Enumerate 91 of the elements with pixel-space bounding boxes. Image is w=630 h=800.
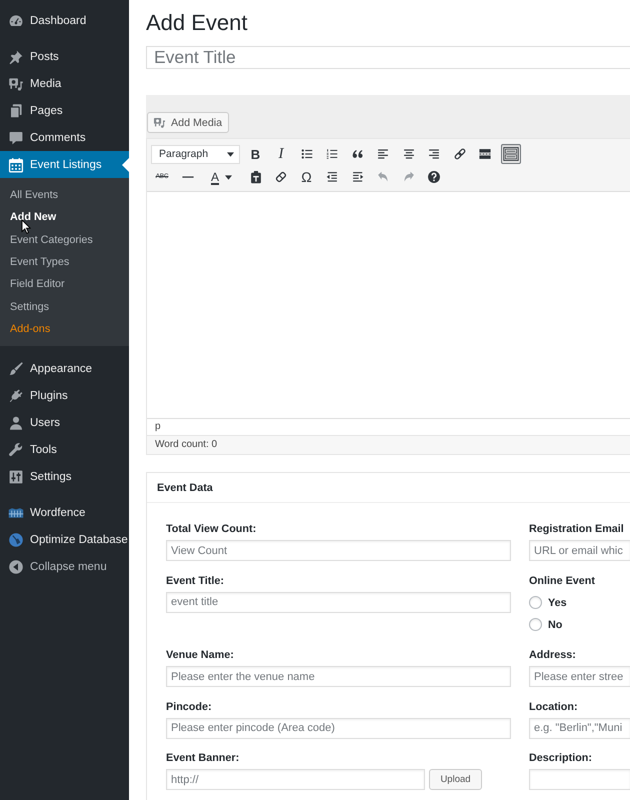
sliders-icon (8, 468, 24, 485)
menu-item[interactable]: Pages (0, 97, 129, 124)
menu-item[interactable]: Comments (0, 124, 129, 151)
pages-icon (8, 102, 24, 118)
mouse-cursor-icon (21, 219, 31, 234)
menu-item[interactable]: Dashboard (0, 7, 129, 34)
special-character-button[interactable]: Ω (296, 167, 316, 187)
text-color-button[interactable]: A (203, 167, 240, 187)
toolbar-toggle-button[interactable] (500, 144, 520, 164)
element-path: p (155, 421, 161, 432)
menu-item[interactable]: Event Listings (0, 151, 129, 178)
upload-button[interactable]: Upload (429, 769, 482, 790)
submenu-item[interactable]: Settings (0, 296, 129, 318)
radio-label: Yes (548, 596, 567, 608)
collapse-icon (8, 558, 24, 575)
text-field[interactable]: Please enter pincode (Area code) (166, 718, 511, 738)
outdent-icon (325, 170, 339, 184)
menu-item[interactable]: Users (0, 409, 129, 436)
submenu-item[interactable]: Add New (0, 206, 129, 229)
italic-button[interactable]: I (271, 144, 291, 164)
media-icon (153, 116, 166, 129)
menu-item[interactable]: Posts (0, 43, 129, 70)
speech-bubble-icon (8, 130, 24, 146)
text-field[interactable]: URL or email whic (529, 540, 630, 561)
text-field[interactable]: e.g. "Berlin","Muni (529, 718, 630, 738)
current-indicator-icon (122, 158, 129, 172)
radio-button[interactable] (529, 596, 542, 609)
text-field[interactable]: View Count (166, 540, 511, 561)
bold-button[interactable]: B (246, 144, 266, 164)
menu-item[interactable]: Tools (0, 436, 129, 464)
menu-item[interactable]: Media (0, 70, 129, 97)
broom-disc-icon (8, 532, 24, 548)
align-center-icon (402, 147, 416, 161)
word-count: Word count: 0 (155, 439, 218, 450)
bullet-list-icon (300, 147, 314, 161)
undo-icon (376, 170, 390, 184)
menu-item[interactable]: Optimize Database (0, 526, 129, 554)
field-label: Address: (529, 649, 577, 662)
clipboard-icon (248, 170, 262, 184)
wrench-icon (8, 442, 24, 458)
field-label: Venue Name: (166, 649, 235, 662)
submenu-item[interactable]: Event Types (0, 250, 129, 274)
numbered-list-icon (325, 147, 339, 161)
field-label: Online Event (529, 574, 596, 588)
title-field[interactable]: Event Title (146, 46, 630, 69)
media-icon (8, 76, 24, 92)
field-label: Event Title: (166, 574, 225, 588)
caret-icon (225, 174, 232, 180)
page-title: Add Event (146, 9, 249, 36)
field-label: Description: (529, 752, 593, 765)
toolbar-toggle-icon (502, 146, 518, 162)
description-field[interactable] (529, 769, 630, 790)
link-icon (452, 147, 466, 161)
submenu-item[interactable]: Event Categories (0, 228, 129, 251)
align-left-icon (376, 147, 390, 161)
calendar-icon (8, 156, 24, 172)
collapse-menu-button[interactable]: Collapse menu (0, 553, 129, 580)
help-icon (427, 170, 441, 184)
field-label: Pincode: (166, 700, 213, 714)
redo-icon (402, 170, 416, 184)
format-dropdown[interactable]: Paragraph (151, 144, 240, 164)
text-field[interactable]: event title (166, 592, 511, 612)
caret-icon (227, 152, 234, 156)
pushpin-icon (8, 48, 24, 64)
field-label: Total View Count: (166, 523, 258, 536)
text-field[interactable]: Please enter stree (529, 666, 630, 687)
align-right-icon (427, 147, 441, 161)
url-field[interactable]: http:// (166, 769, 425, 790)
gauge-icon (8, 12, 24, 28)
menu-item[interactable]: Appearance (0, 355, 129, 382)
user-icon (8, 414, 24, 431)
menu-item[interactable]: Settings (0, 463, 129, 490)
eraser-icon (274, 170, 288, 184)
quote-icon (350, 147, 364, 161)
indent-icon (350, 170, 364, 184)
panel-title: Event Data (157, 482, 213, 494)
submenu-item[interactable]: Add-ons (0, 318, 129, 340)
read-more-icon (478, 147, 492, 161)
paintbrush-icon (8, 360, 24, 377)
menu-item[interactable]: Plugins (0, 382, 129, 410)
add-media-button[interactable]: Add Media (147, 112, 230, 133)
menu-item[interactable]: Wordfence (0, 499, 129, 526)
submenu-item[interactable]: Field Editor (0, 273, 129, 296)
submenu-item[interactable]: All Events (0, 184, 129, 206)
field-label: Registration Email (529, 523, 625, 536)
plug-icon (8, 388, 24, 404)
radio-button[interactable] (529, 618, 542, 631)
field-label: Location: (529, 700, 579, 714)
radio-label: No (548, 618, 562, 630)
text-field[interactable]: Please enter the venue name (166, 666, 511, 687)
field-label: Event Banner: (166, 752, 240, 765)
